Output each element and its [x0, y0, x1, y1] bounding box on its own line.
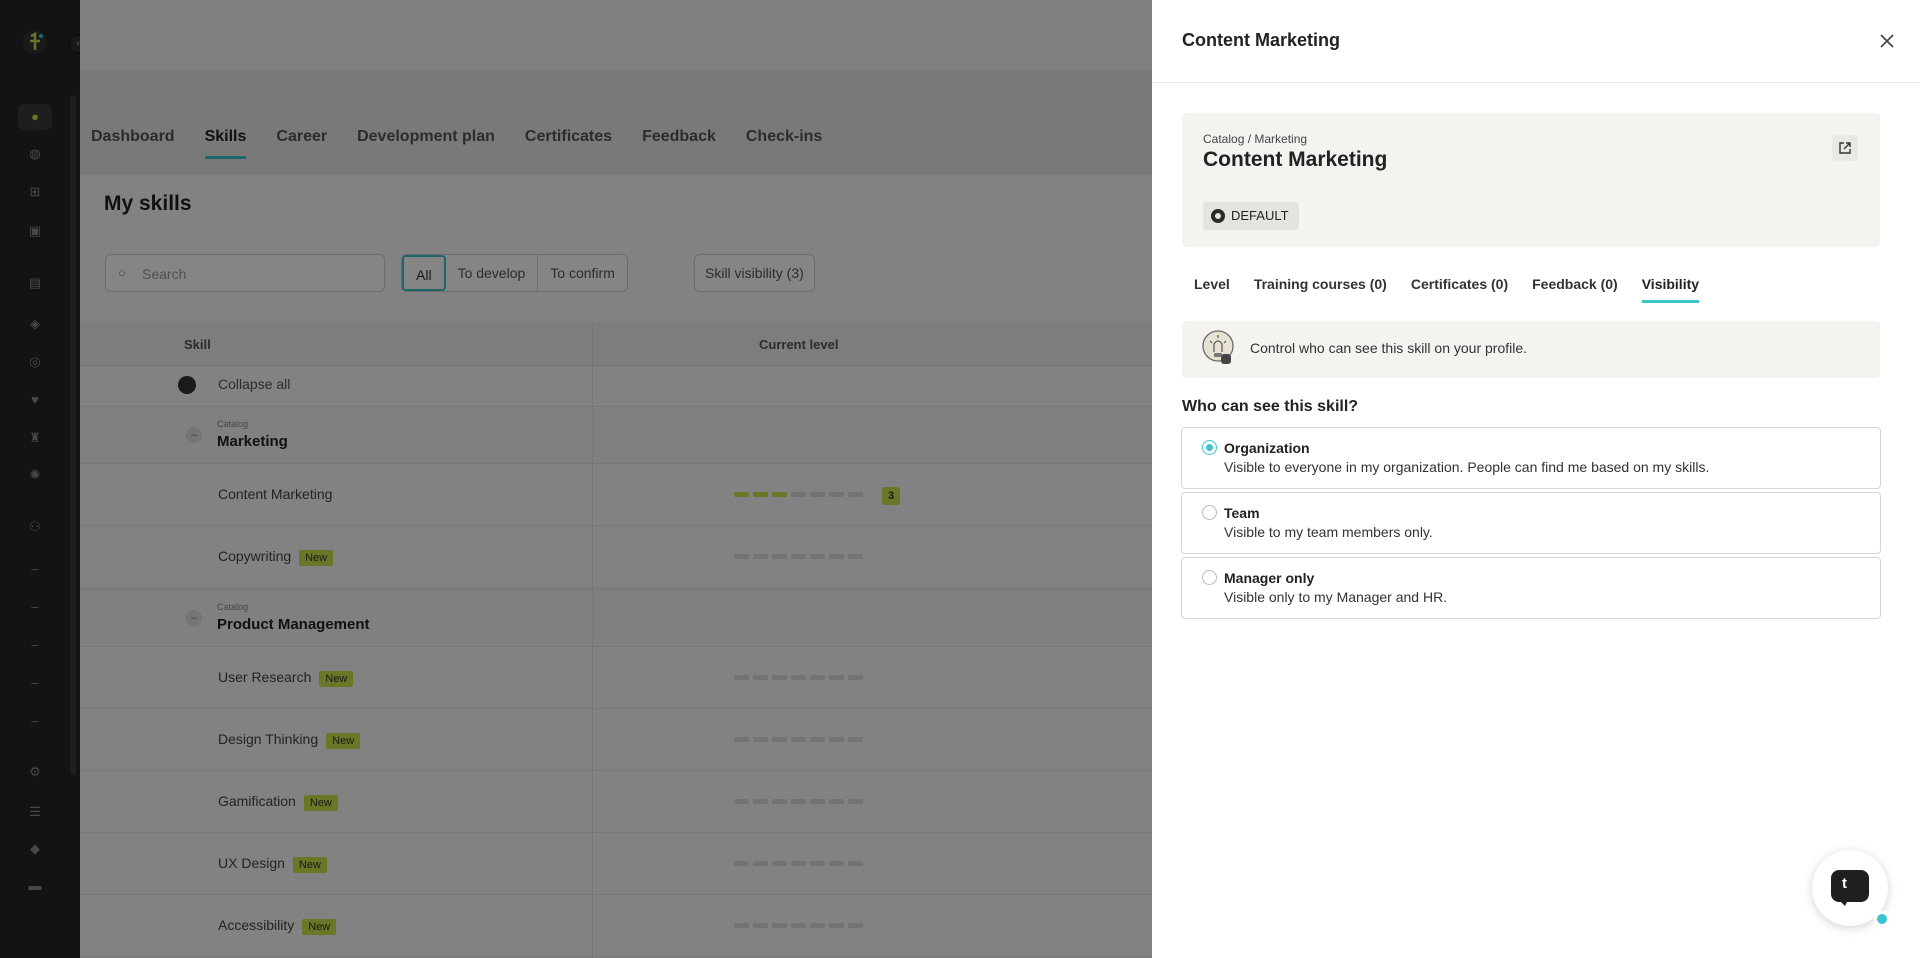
skill-summary: Catalog / Marketing Content Marketing DE… [1182, 113, 1880, 247]
drawer-tabs: Level Training courses (0) Certificates … [1194, 276, 1700, 303]
close-icon [1880, 34, 1894, 48]
option-description: Visible only to my Manager and HR. [1224, 589, 1448, 605]
drawer-title: Content Marketing [1182, 30, 1341, 50]
visibility-option-manager-only[interactable]: Manager only Visible only to my Manager … [1181, 557, 1881, 619]
skill-title: Content Marketing [1203, 148, 1388, 171]
external-link-icon [1839, 142, 1851, 154]
drawer-header: Content Marketing [1152, 0, 1920, 83]
skill-drawer: Content Marketing Catalog / Marketing Co… [1152, 0, 1920, 958]
option-title: Manager only [1224, 570, 1315, 586]
lightbulb-icon [1202, 330, 1234, 364]
info-text: Control who can see this skill on your p… [1250, 340, 1528, 356]
visibility-option-team[interactable]: Team Visible to my team members only. [1181, 492, 1881, 554]
visibility-option-organization[interactable]: Organization Visible to everyone in my o… [1181, 427, 1881, 489]
visibility-question: Who can see this skill? [1182, 398, 1359, 415]
option-title: Team [1224, 505, 1260, 521]
tab-visibility[interactable]: Visibility [1641, 276, 1700, 303]
tab-feedback[interactable]: Feedback (0) [1532, 276, 1618, 303]
breadcrumb: Catalog / Marketing [1203, 132, 1308, 146]
default-badge-label: DEFAULT [1231, 208, 1289, 223]
tab-level[interactable]: Level [1194, 276, 1230, 303]
option-description: Visible to my team members only. [1224, 524, 1433, 540]
tab-certificates[interactable]: Certificates (0) [1411, 276, 1508, 303]
radio-manager-only[interactable] [1202, 570, 1217, 585]
option-description: Visible to everyone in my organization. … [1224, 459, 1710, 475]
chat-status-dot [1874, 911, 1890, 927]
open-external-button[interactable] [1832, 135, 1858, 161]
radio-team[interactable] [1202, 505, 1217, 520]
radio-organization[interactable] [1202, 440, 1217, 455]
tab-training-courses[interactable]: Training courses (0) [1254, 276, 1387, 303]
default-badge: DEFAULT [1203, 202, 1299, 230]
option-title: Organization [1224, 440, 1310, 456]
chat-icon [1831, 870, 1869, 906]
chat-glyph: t [1842, 875, 1847, 892]
info-banner: Control who can see this skill on your p… [1182, 321, 1880, 378]
target-icon [1211, 209, 1225, 223]
close-button[interactable] [1876, 30, 1898, 52]
